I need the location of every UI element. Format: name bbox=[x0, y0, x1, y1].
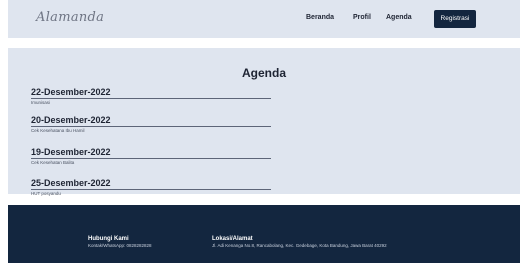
agenda-item-date: 22-Desember-2022 bbox=[31, 87, 271, 99]
agenda-item: 19-Desember-2022 Cek Kesehatan Balita bbox=[31, 147, 271, 165]
agenda-item-desc: HUT posyandu bbox=[31, 191, 61, 196]
agenda-item-date: 19-Desember-2022 bbox=[31, 147, 271, 159]
footer-location: Lokasi/Alamat Jl. Adi Kenanga No.8, Ranc… bbox=[212, 236, 387, 249]
footer-location-title: Lokasi/Alamat bbox=[212, 236, 253, 242]
navbar: Alamanda Beranda Profil Agenda Registras… bbox=[8, 0, 520, 38]
footer-contact-title: Hubungi Kami bbox=[88, 236, 129, 242]
agenda-section: Agenda 22-Desember-2022 Imunisasi 20-Des… bbox=[8, 48, 520, 196]
footer: Hubungi Kami Kontak/WhatsApp: 0828282828… bbox=[8, 205, 520, 263]
site-logo[interactable]: Alamanda bbox=[36, 10, 104, 25]
agenda-item-desc: Cek Kesehatana Ibu Hamil bbox=[31, 128, 85, 133]
footer-location-text: Jl. Adi Kenanga No.8, Rancabolang, Kec. … bbox=[212, 243, 387, 248]
agenda-item-date: 20-Desember-2022 bbox=[31, 115, 271, 127]
agenda-item: 22-Desember-2022 Imunisasi bbox=[31, 87, 271, 105]
nav-link-beranda[interactable]: Beranda bbox=[306, 14, 334, 21]
agenda-item: 20-Desember-2022 Cek Kesehatana Ibu Hami… bbox=[31, 115, 271, 133]
agenda-item-desc: Cek Kesehatan Balita bbox=[31, 160, 75, 165]
agenda-title: Agenda bbox=[241, 66, 286, 80]
registrasi-button[interactable]: Registrasi bbox=[434, 10, 476, 28]
agenda-item-date: 25-Desember-2022 bbox=[31, 178, 271, 190]
footer-contact-text: Kontak/WhatsApp: 0828282828 bbox=[88, 243, 152, 248]
footer-contact: Hubungi Kami Kontak/WhatsApp: 0828282828 bbox=[88, 236, 152, 249]
nav-link-agenda[interactable]: Agenda bbox=[386, 14, 412, 21]
agenda-item-desc: Imunisasi bbox=[31, 100, 51, 105]
agenda-item: 25-Desember-2022 HUT posyandu bbox=[31, 178, 271, 196]
nav-link-profil[interactable]: Profil bbox=[353, 14, 371, 21]
